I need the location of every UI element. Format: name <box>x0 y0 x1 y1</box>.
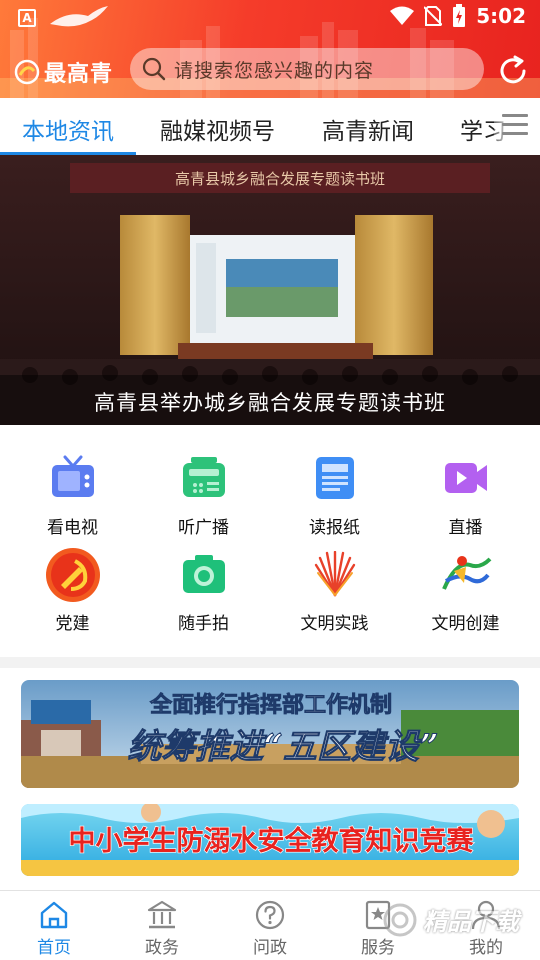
tab-media-video[interactable]: 融媒视频号 <box>160 112 275 146</box>
crane-logo-icon <box>50 6 108 27</box>
app-logo[interactable]: 最高青 <box>14 56 113 88</box>
logo-mark-icon <box>14 59 40 85</box>
category-tabs: 本地资讯 融媒视频号 高青新闻 学习 <box>0 98 540 155</box>
menu-icon <box>502 114 528 117</box>
tab-local-news[interactable]: 本地资讯 <box>22 112 114 146</box>
live-video-icon <box>445 463 487 493</box>
quick-link-label: 听广播 <box>178 518 229 538</box>
question-icon <box>255 900 285 930</box>
quick-link-read-newspaper[interactable]: 读报纸 <box>267 455 402 555</box>
news-banner[interactable]: 高青县城乡融合发展专题读书班 高青县举办城乡融合发展专题读书班 <box>0 155 540 425</box>
promo-image: 全面推行指挥部工作机制 统筹推进“五区建设” <box>21 680 519 788</box>
watermark: 精品下载 <box>383 902 519 937</box>
svg-text:统筹推进“五区建设”: 统筹推进“五区建设” <box>127 727 438 767</box>
wifi-icon <box>390 6 415 25</box>
svg-text:全面推行指挥部工作机制: 全面推行指挥部工作机制 <box>149 692 392 718</box>
banner-photo: 高青县城乡融合发展专题读书班 <box>0 155 540 425</box>
battery-charging-icon <box>453 4 466 27</box>
party-emblem-icon <box>46 548 100 602</box>
quick-link-party-building[interactable]: 党建 <box>5 548 140 651</box>
nav-government[interactable]: 政务 <box>108 891 216 960</box>
nav-label: 问政 <box>253 938 287 958</box>
civilization-practice-icon <box>314 551 356 597</box>
nav-home[interactable]: 首页 <box>0 891 108 960</box>
banner-caption: 高青县举办城乡融合发展专题读书班 <box>94 391 446 415</box>
government-icon <box>147 900 177 929</box>
promo-banner-five-zones[interactable]: 全面推行指挥部工作机制 统筹推进“五区建设” <box>21 680 519 788</box>
watermark-logo-icon <box>383 903 417 936</box>
newspaper-icon <box>316 457 354 499</box>
quick-link-label: 文明实践 <box>300 614 369 634</box>
quick-link-label: 读报纸 <box>309 518 360 538</box>
app-header: A 5:02 最高青 请搜索您感兴趣的内容 <box>0 0 540 98</box>
civilization-creation-icon <box>438 553 494 595</box>
watermark-text: 精品下载 <box>423 908 519 936</box>
quick-link-label: 党建 <box>55 614 90 634</box>
logo-text: 最高青 <box>44 62 114 87</box>
promo-image: 中小学生防溺水安全教育知识竞赛 <box>21 804 519 876</box>
quick-link-label: 文明创建 <box>431 614 500 634</box>
radio-icon <box>183 457 225 497</box>
notification-icon: A <box>18 9 36 27</box>
status-bar: A 5:02 <box>0 0 540 36</box>
quick-link-grid: 看电视 听广播 读报纸 直播 党建 随手拍 文明实践 文明创建 <box>0 425 540 657</box>
tv-icon <box>52 455 94 497</box>
search-placeholder: 请搜索您感兴趣的内容 <box>174 59 375 82</box>
quick-link-label: 随手拍 <box>178 614 229 634</box>
search-input[interactable]: 请搜索您感兴趣的内容 <box>130 48 484 90</box>
quick-link-snapshot[interactable]: 随手拍 <box>136 551 271 651</box>
quick-link-watch-tv[interactable]: 看电视 <box>5 455 140 555</box>
search-icon <box>142 57 166 81</box>
refresh-icon[interactable] <box>496 54 530 88</box>
nav-label: 政务 <box>145 938 179 958</box>
quick-link-civilization-practice[interactable]: 文明实践 <box>267 551 402 651</box>
quick-link-listen-radio[interactable]: 听广播 <box>136 455 271 555</box>
quick-link-label: 看电视 <box>47 518 98 538</box>
nav-inquiry[interactable]: 问政 <box>216 891 324 960</box>
nav-label: 首页 <box>37 938 71 958</box>
home-icon <box>40 901 68 929</box>
tab-menu-button[interactable] <box>494 98 540 152</box>
quick-link-civilization-creation[interactable]: 文明创建 <box>398 551 533 651</box>
tab-gaoqing-news[interactable]: 高青新闻 <box>322 112 414 146</box>
svg-text:中小学生防溺水安全教育知识竞赛: 中小学生防溺水安全教育知识竞赛 <box>69 825 475 857</box>
camera-icon <box>183 555 225 593</box>
clock: 5:02 <box>476 4 526 28</box>
no-sim-icon <box>424 6 443 26</box>
quick-link-label: 直播 <box>448 518 483 538</box>
promo-banner-drowning-quiz[interactable]: 中小学生防溺水安全教育知识竞赛 <box>21 804 519 876</box>
svg-text:高青县城乡融合发展专题读书班: 高青县城乡融合发展专题读书班 <box>175 170 385 188</box>
quick-link-live[interactable]: 直播 <box>398 455 533 555</box>
